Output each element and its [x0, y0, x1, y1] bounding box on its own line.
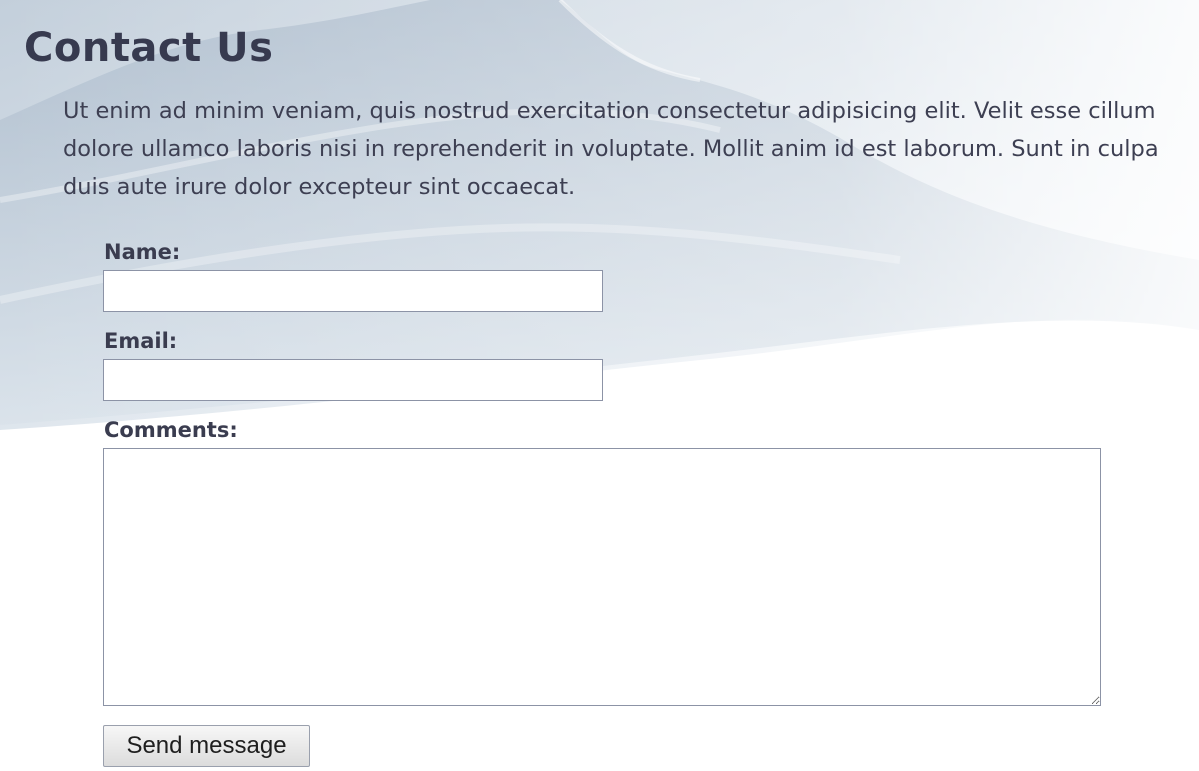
- email-input[interactable]: [103, 359, 603, 401]
- email-label: Email:: [104, 329, 178, 353]
- comments-label: Comments:: [104, 418, 238, 442]
- name-label: Name:: [104, 240, 181, 264]
- page-title: Contact Us: [24, 25, 274, 71]
- send-message-button[interactable]: Send message: [103, 725, 310, 767]
- intro-paragraph: Ut enim ad minim veniam, quis nostrud ex…: [63, 98, 1159, 200]
- name-input[interactable]: [103, 270, 603, 312]
- comments-textarea[interactable]: [103, 448, 1101, 706]
